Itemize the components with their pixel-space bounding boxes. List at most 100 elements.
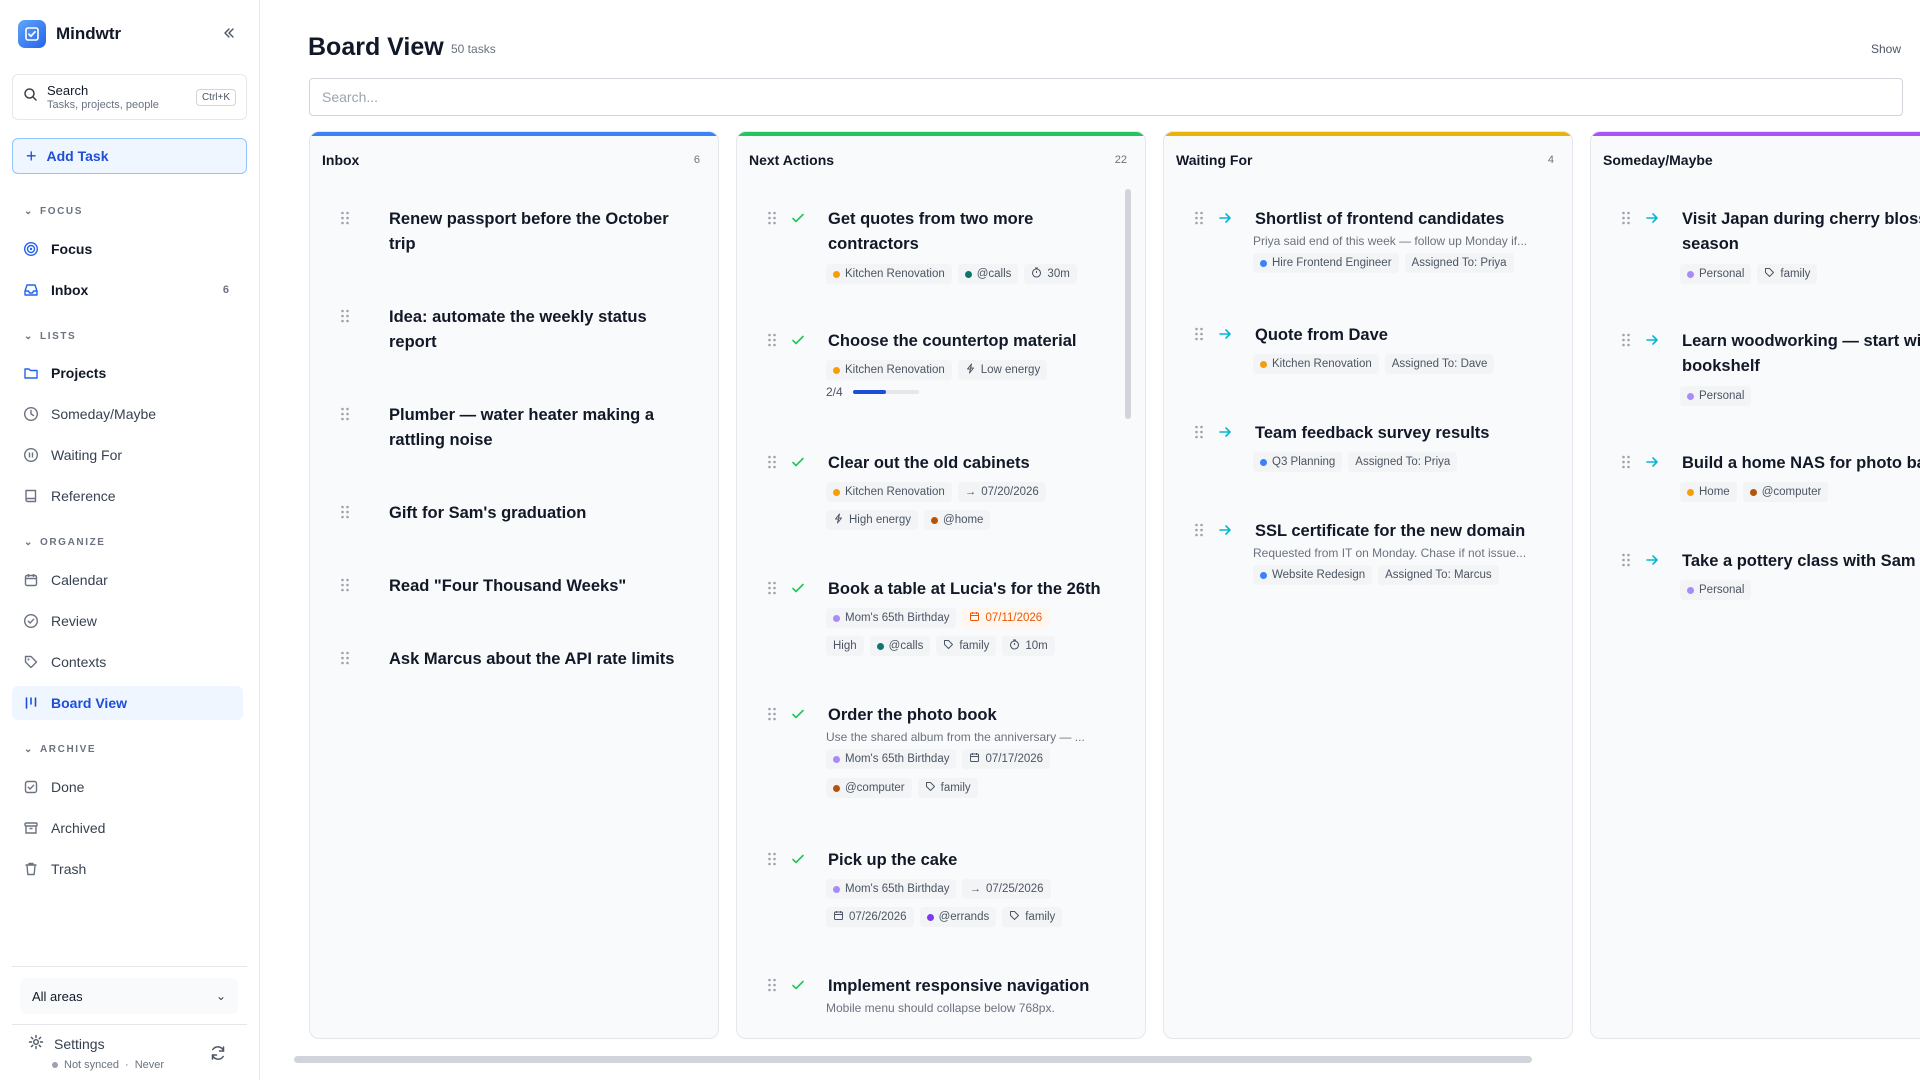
sidebar-item-someday[interactable]: Someday/Maybe <box>12 397 243 431</box>
task-card[interactable]: Build a home NAS for photo backups Home … <box>1603 451 1920 502</box>
task-card[interactable]: Quote from Dave Kitchen Renovation Assig… <box>1176 323 1560 383</box>
sidebar-item-archived[interactable]: Archived <box>12 811 243 845</box>
show-button[interactable]: Show <box>1871 42 1901 56</box>
arrow-right-icon[interactable] <box>1644 552 1660 568</box>
context-chip[interactable]: @calls <box>957 264 1019 284</box>
context-chip[interactable]: @errands <box>919 907 997 927</box>
drag-handle-icon[interactable] <box>767 455 777 469</box>
sidebar-item-focus[interactable]: Focus <box>12 232 243 266</box>
context-chip[interactable]: @computer <box>1742 482 1829 502</box>
context-chip[interactable]: @computer <box>826 778 912 798</box>
checkmark-icon[interactable] <box>790 706 806 722</box>
sidebar-search[interactable]: Search Tasks, projects, people Ctrl+K <box>12 74 247 120</box>
project-chip[interactable]: Kitchen Renovation <box>826 360 952 380</box>
board-search-input[interactable] <box>309 78 1903 116</box>
checkmark-icon[interactable] <box>790 851 806 867</box>
due-date-chip[interactable]: 07/11/2026 <box>962 608 1050 628</box>
sidebar-item-waiting[interactable]: Waiting For <box>12 438 243 472</box>
energy-chip[interactable]: High energy <box>826 510 919 530</box>
context-chip[interactable]: @home <box>924 510 991 530</box>
drag-handle-icon[interactable] <box>767 581 777 595</box>
drag-handle-icon[interactable] <box>340 505 350 519</box>
drag-handle-icon[interactable] <box>340 309 350 323</box>
area-chip[interactable]: Home <box>1680 482 1737 502</box>
column-scrollbar[interactable] <box>1125 189 1131 419</box>
project-chip[interactable]: Kitchen Renovation <box>826 482 952 502</box>
drag-handle-icon[interactable] <box>1621 553 1631 567</box>
checkmark-icon[interactable] <box>790 210 806 226</box>
drag-handle-icon[interactable] <box>340 651 350 665</box>
brand[interactable]: Mindwtr <box>18 20 121 48</box>
area-chip[interactable]: Personal <box>1680 386 1752 406</box>
task-card[interactable]: Implement responsive navigation Mobile m… <box>749 974 1133 1034</box>
checkmark-icon[interactable] <box>790 977 806 993</box>
arrow-right-icon[interactable] <box>1644 454 1660 470</box>
drag-handle-icon[interactable] <box>767 978 777 992</box>
context-chip[interactable]: @calls <box>869 636 931 656</box>
sync-refresh-icon[interactable] <box>209 1044 227 1062</box>
sidebar-item-reference[interactable]: Reference <box>12 479 243 513</box>
sidebar-item-board[interactable]: Board View <box>12 686 243 720</box>
arrow-right-icon[interactable] <box>1217 522 1233 538</box>
start-date-chip[interactable]: → 07/20/2026 <box>957 482 1046 502</box>
task-card[interactable]: Take a pottery class with Sam Personal <box>1603 549 1920 600</box>
sidebar-item-review[interactable]: Review <box>12 604 243 638</box>
section-lists[interactable]: ⌄ LISTS <box>24 331 76 342</box>
duration-chip[interactable]: 30m <box>1024 264 1077 284</box>
task-card[interactable]: Book a table at Lucia's for the 26th Mom… <box>749 577 1133 667</box>
project-chip[interactable]: Mom's 65th Birthday <box>826 879 957 899</box>
assignee-chip[interactable]: Assigned To: Marcus <box>1378 565 1499 585</box>
task-card[interactable]: Choose the countertop material Kitchen R… <box>749 329 1133 409</box>
tag-chip[interactable]: family <box>936 636 997 656</box>
sidebar-item-calendar[interactable]: Calendar <box>12 563 243 597</box>
task-card[interactable]: Pick up the cake Mom's 65th Birthday → 07… <box>749 848 1133 938</box>
arrow-right-icon[interactable] <box>1217 210 1233 226</box>
project-chip[interactable]: Q3 Planning <box>1253 452 1343 472</box>
project-chip[interactable]: Hire Frontend Engineer <box>1253 253 1399 273</box>
task-card[interactable]: Ask Marcus about the API rate limits <box>322 647 706 677</box>
project-chip[interactable]: Mom's 65th Birthday <box>826 749 957 769</box>
drag-handle-icon[interactable] <box>1194 327 1204 341</box>
checkmark-icon[interactable] <box>790 580 806 596</box>
task-card[interactable]: Gift for Sam's graduation <box>322 501 706 531</box>
drag-handle-icon[interactable] <box>340 211 350 225</box>
area-chip[interactable]: Personal <box>1680 580 1752 600</box>
task-card[interactable]: Get quotes from two more contractors Kit… <box>749 207 1133 297</box>
drag-handle-icon[interactable] <box>340 407 350 421</box>
task-card[interactable]: Plumber — water heater making a rattling… <box>322 403 706 463</box>
task-card[interactable]: Shortlist of frontend candidates Priya s… <box>1176 207 1560 287</box>
checkmark-icon[interactable] <box>790 332 806 348</box>
task-card[interactable]: Read "Four Thousand Weeks" <box>322 574 706 604</box>
due-date-chip[interactable]: 07/17/2026 <box>962 749 1051 769</box>
sidebar-item-inbox[interactable]: Inbox 6 <box>12 273 243 307</box>
assignee-chip[interactable]: Assigned To: Priya <box>1404 253 1514 273</box>
task-card[interactable]: Renew passport before the October trip <box>322 207 706 267</box>
task-card[interactable]: Learn woodworking — start with a bookshe… <box>1603 329 1920 406</box>
section-archive[interactable]: ⌄ ARCHIVE <box>24 744 96 755</box>
area-chip[interactable]: Personal <box>1680 264 1752 284</box>
task-card[interactable]: Clear out the old cabinets Kitchen Renov… <box>749 451 1133 541</box>
drag-handle-icon[interactable] <box>1621 333 1631 347</box>
project-chip[interactable]: Kitchen Renovation <box>1253 354 1379 374</box>
sidebar-item-projects[interactable]: Projects <box>12 356 243 390</box>
arrow-right-icon[interactable] <box>1644 332 1660 348</box>
drag-handle-icon[interactable] <box>767 333 777 347</box>
arrow-right-icon[interactable] <box>1217 326 1233 342</box>
tag-chip[interactable]: family <box>917 778 978 798</box>
sidebar-item-contexts[interactable]: Contexts <box>12 645 243 679</box>
area-select[interactable]: All areas ⌄ <box>20 978 238 1014</box>
energy-chip[interactable]: Low energy <box>957 360 1048 380</box>
drag-handle-icon[interactable] <box>1194 523 1204 537</box>
assignee-chip[interactable]: Assigned To: Dave <box>1384 354 1495 374</box>
start-date-chip[interactable]: → 07/25/2026 <box>962 879 1051 899</box>
task-card[interactable]: Idea: automate the weekly status report <box>322 305 706 365</box>
drag-handle-icon[interactable] <box>767 852 777 866</box>
arrow-right-icon[interactable] <box>1217 424 1233 440</box>
task-card[interactable]: SSL certificate for the new domain Reque… <box>1176 519 1560 599</box>
section-focus[interactable]: ⌄ FOCUS <box>24 206 83 217</box>
priority-chip[interactable]: High <box>826 636 864 656</box>
arrow-right-icon[interactable] <box>1644 210 1660 226</box>
drag-handle-icon[interactable] <box>340 578 350 592</box>
assignee-chip[interactable]: Assigned To: Priya <box>1348 452 1458 472</box>
sidebar-item-done[interactable]: Done <box>12 770 243 804</box>
